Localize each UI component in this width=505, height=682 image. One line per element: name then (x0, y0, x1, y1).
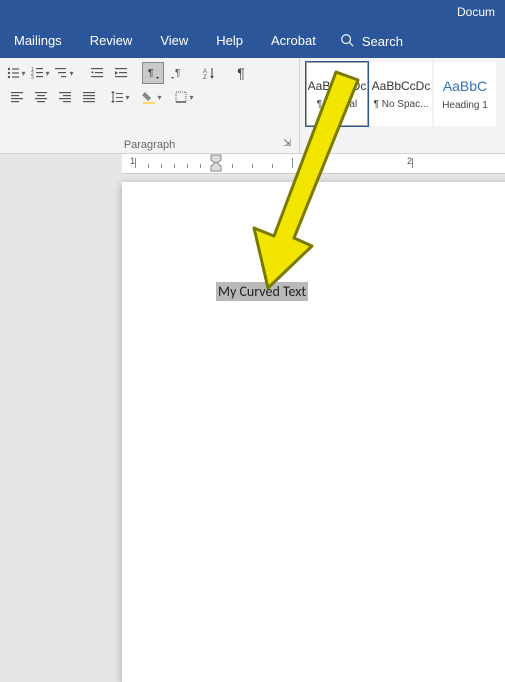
style-preview-text: AaBbCcDc (372, 79, 431, 93)
ribbon: ▾ 123▾ ▾ ¶ ¶ AZ ¶ ▾ ▾ ▾ Paragraph (0, 58, 505, 154)
style-normal[interactable]: AaBbCcDc ¶ Normal (306, 62, 368, 126)
line-spacing-button[interactable]: ▾ (110, 86, 132, 108)
paragraph-group-label: Paragraph (0, 139, 299, 151)
paragraph-dialog-launcher[interactable]: ⇲ (283, 138, 295, 150)
style-preview-text: AaBbC (443, 78, 487, 94)
workspace: 1 2 My Curved Text (0, 154, 505, 554)
borders-button[interactable]: ▾ (174, 86, 196, 108)
styles-group: AaBbCcDc ¶ Normal AaBbCcDc ¶ No Spac... … (300, 58, 502, 153)
align-left-button[interactable] (6, 86, 28, 108)
indent-marker-icon[interactable] (210, 154, 220, 172)
tab-acrobat[interactable]: Acrobat (257, 24, 330, 58)
document-page[interactable]: My Curved Text (122, 182, 505, 682)
show-paragraph-marks-button[interactable]: ¶ (230, 62, 252, 84)
shading-button[interactable]: ▾ (142, 86, 164, 108)
tab-review[interactable]: Review (76, 24, 147, 58)
svg-text:Z: Z (203, 75, 207, 80)
svg-text:¶: ¶ (175, 68, 180, 79)
style-name-label: Heading 1 (442, 100, 488, 111)
horizontal-ruler[interactable]: 1 2 (122, 154, 505, 174)
sort-button[interactable]: AZ (198, 62, 220, 84)
paragraph-group: ▾ 123▾ ▾ ¶ ¶ AZ ¶ ▾ ▾ ▾ Paragraph (0, 58, 300, 153)
style-name-label: ¶ Normal (317, 99, 357, 110)
window-title: Docum (457, 5, 495, 19)
selected-text[interactable]: My Curved Text (216, 282, 308, 301)
bullets-button[interactable]: ▾ (6, 62, 28, 84)
svg-text:¶: ¶ (148, 68, 153, 79)
tab-mailings[interactable]: Mailings (0, 24, 76, 58)
justify-button[interactable] (78, 86, 100, 108)
style-no-spacing[interactable]: AaBbCcDc ¶ No Spac... (370, 62, 432, 126)
align-right-button[interactable] (54, 86, 76, 108)
numbering-button[interactable]: 123▾ (30, 62, 52, 84)
ribbon-tabs: Mailings Review View Help Acrobat Search (0, 24, 505, 58)
tab-help[interactable]: Help (202, 24, 257, 58)
rtl-direction-button[interactable]: ¶ (166, 62, 188, 84)
search-label: Search (362, 34, 403, 49)
ltr-direction-button[interactable]: ¶ (142, 62, 164, 84)
tell-me-search[interactable]: Search (330, 33, 413, 50)
decrease-indent-button[interactable] (86, 62, 108, 84)
style-preview-text: AaBbCcDc (308, 79, 367, 93)
svg-text:3: 3 (31, 75, 34, 80)
multilevel-list-button[interactable]: ▾ (54, 62, 76, 84)
align-center-button[interactable] (30, 86, 52, 108)
tab-view[interactable]: View (146, 24, 202, 58)
style-name-label: ¶ No Spac... (374, 99, 429, 110)
search-icon (340, 33, 354, 50)
increase-indent-button[interactable] (110, 62, 132, 84)
style-heading1[interactable]: AaBbC Heading 1 (434, 62, 496, 126)
